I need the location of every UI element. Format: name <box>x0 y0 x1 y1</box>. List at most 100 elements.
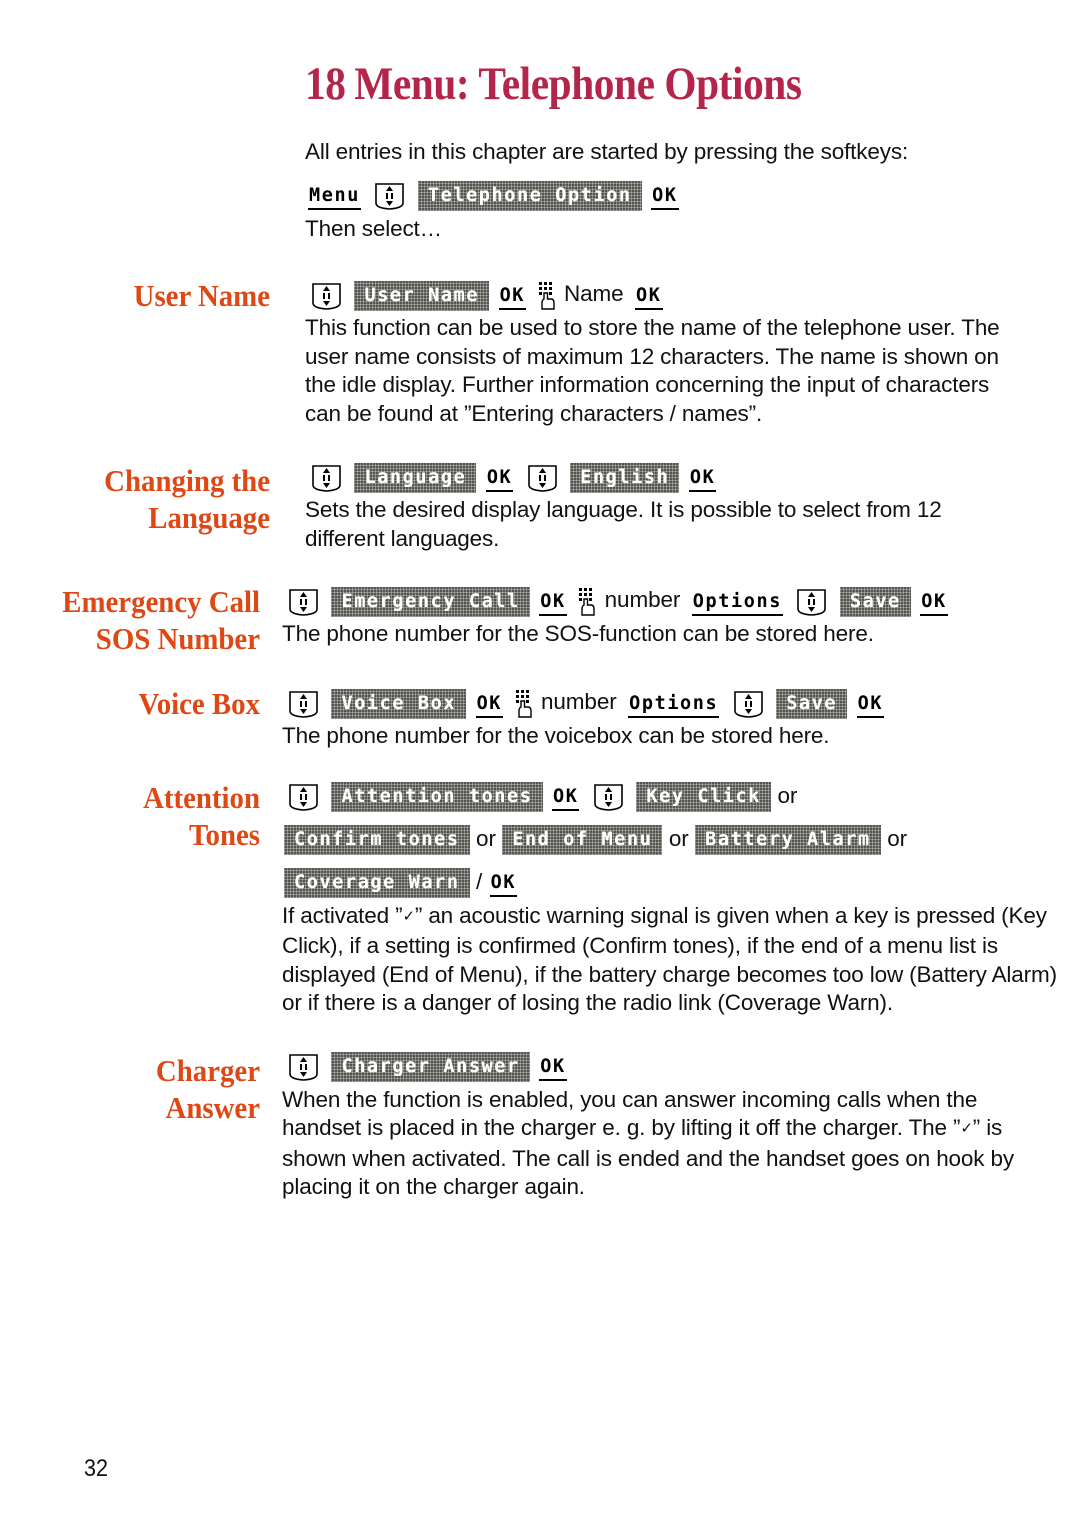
nav-updown-icon[interactable] <box>287 587 320 617</box>
section-heading-emergency-call: Emergency Call SOS Number <box>18 583 260 657</box>
ok-softkey[interactable]: OK <box>920 587 948 616</box>
heading-line: Attention <box>143 779 260 815</box>
chapter-number: 18 <box>305 58 346 110</box>
voice-box-key-sequence: Voice Box OK number Options Save OK <box>282 685 1060 722</box>
section-heading-changing-language: Changing the Language <box>19 462 270 536</box>
heading-line: Language <box>148 500 270 535</box>
ok-softkey[interactable]: OK <box>551 783 580 812</box>
nav-updown-icon[interactable] <box>795 587 828 617</box>
ok-softkey[interactable]: OK <box>498 281 527 310</box>
or-conjunction: or <box>476 825 496 851</box>
attention-tones-key-sequence-line3: Coverage Warn / OK <box>282 865 1060 902</box>
section-attention-tones: Attention Tones Attention tones OK Key C… <box>0 779 1080 1018</box>
key-click-chip[interactable]: Key Click <box>636 782 771 812</box>
heading-line: Answer <box>165 1089 260 1125</box>
slash-separator: / <box>476 868 483 894</box>
body-pre: If activated ” <box>282 902 403 928</box>
attention-tones-key-sequence-line1: Attention tones OK Key Click or <box>282 779 1060 816</box>
nav-updown-icon[interactable] <box>287 689 320 719</box>
nav-updown-icon[interactable] <box>526 463 559 493</box>
keypad-hand-icon <box>576 587 597 616</box>
section-heading-attention-tones: Attention Tones <box>18 779 260 853</box>
ok-softkey[interactable]: OK <box>539 587 567 616</box>
save-chip[interactable]: Save <box>776 689 847 719</box>
voice-box-chip[interactable]: Voice Box <box>331 689 466 719</box>
ok-softkey[interactable]: OK <box>651 182 679 211</box>
section-body-text: This function can be used to store the n… <box>305 315 1000 426</box>
section-emergency-call: Emergency Call SOS Number Emergency Call… <box>0 583 1080 657</box>
intro-key-sequence: Menu Telephone Option OK <box>305 181 1020 215</box>
section-user-name: User Name User Name OK Name OK This func… <box>0 277 1080 428</box>
section-body-charger-answer: Charger Answer OK When the function is e… <box>260 1052 1080 1202</box>
section-heading-charger-answer: Charger Answer <box>18 1052 260 1126</box>
ok-softkey[interactable]: OK <box>485 463 514 492</box>
then-select-text: Then select… <box>305 215 443 241</box>
language-chip[interactable]: Language <box>354 463 476 493</box>
section-body-text: If activated ”✓” an acoustic warning sig… <box>282 902 1060 1018</box>
nav-updown-icon[interactable] <box>287 782 320 812</box>
nav-updown-icon[interactable] <box>287 1052 320 1082</box>
options-softkey[interactable]: Options <box>691 587 783 616</box>
nav-updown-icon[interactable] <box>373 181 406 211</box>
section-body-text: When the function is enabled, you can an… <box>282 1086 1060 1202</box>
heading-line: Changing the <box>104 463 270 498</box>
ok-softkey[interactable]: OK <box>635 281 663 310</box>
attention-tones-key-sequence-line2: Confirm tones or End of Menu or Battery … <box>282 822 1060 859</box>
charger-answer-key-sequence: Charger Answer OK <box>282 1052 1060 1086</box>
nav-updown-icon[interactable] <box>310 463 343 493</box>
nav-updown-icon[interactable] <box>310 281 343 311</box>
nav-updown-icon[interactable] <box>732 689 765 719</box>
section-heading-voice-box: Voice Box <box>18 685 260 722</box>
section-heading-user-name: User Name <box>19 277 270 314</box>
or-conjunction: or <box>777 782 798 808</box>
intro-body: All entries in this chapter are started … <box>270 138 1080 243</box>
section-voice-box: Voice Box Voice Box OK number Options Sa… <box>0 685 1080 751</box>
heading-line: Emergency Call <box>62 584 260 619</box>
body-pre: When the function is enabled, you can an… <box>282 1086 978 1141</box>
battery-alarm-chip[interactable]: Battery Alarm <box>695 825 881 855</box>
user-name-key-sequence: User Name OK Name OK <box>305 277 1020 314</box>
ok-softkey[interactable]: OK <box>539 1053 567 1082</box>
checkmark-icon: ✓ <box>402 906 415 925</box>
keypad-hand-icon <box>536 281 557 310</box>
telephone-option-chip[interactable]: Telephone Option <box>418 181 642 211</box>
section-body-user-name: User Name OK Name OK This function can b… <box>270 277 1080 428</box>
charger-answer-chip[interactable]: Charger Answer <box>331 1052 529 1082</box>
section-charger-answer: Charger Answer Charger Answer OK When th… <box>0 1052 1080 1202</box>
end-of-menu-chip[interactable]: End of Menu <box>502 825 662 855</box>
section-body-text: Sets the desired display language. It is… <box>305 497 942 551</box>
menu-softkey[interactable]: Menu <box>308 182 361 211</box>
heading-line: Tones <box>188 816 260 852</box>
attention-tones-chip[interactable]: Attention tones <box>331 782 542 812</box>
emergency-call-key-sequence: Emergency Call OK number Options Save OK <box>282 583 1060 620</box>
section-body-attention-tones: Attention tones OK Key Click or Confirm … <box>260 779 1080 1018</box>
section-body-changing-language: Language OK English OK Sets the desired … <box>270 462 1080 553</box>
section-changing-language: Changing the Language Language OK Englis… <box>0 462 1080 553</box>
page-title: 18 Menu: Telephone Options <box>305 58 939 110</box>
section-body-text: The phone number for the SOS-function ca… <box>282 621 874 646</box>
save-chip[interactable]: Save <box>840 587 911 617</box>
english-chip[interactable]: English <box>570 463 679 493</box>
coverage-warn-chip[interactable]: Coverage Warn <box>284 868 470 898</box>
name-word: Name <box>563 281 624 306</box>
heading-line: Charger <box>155 1052 260 1088</box>
checkmark-icon: ✓ <box>960 1119 973 1137</box>
keypad-hand-icon <box>513 689 534 718</box>
section-body-emergency-call: Emergency Call OK number Options Save OK… <box>260 583 1080 649</box>
options-softkey[interactable]: Options <box>628 689 720 718</box>
heading-line: User Name <box>133 278 270 313</box>
confirm-tones-chip[interactable]: Confirm tones <box>284 825 470 855</box>
emergency-call-chip[interactable]: Emergency Call <box>331 587 529 617</box>
ok-softkey[interactable]: OK <box>856 689 885 718</box>
number-word: number <box>540 689 617 714</box>
ok-softkey[interactable]: OK <box>688 463 717 492</box>
or-conjunction: or <box>887 825 908 851</box>
or-conjunction: or <box>668 825 689 851</box>
heading-line: SOS Number <box>95 621 260 656</box>
ok-softkey[interactable]: OK <box>475 689 504 718</box>
ok-softkey[interactable]: OK <box>489 869 518 898</box>
manual-page: 18 Menu: Telephone Options All entries in… <box>0 0 1080 1529</box>
language-key-sequence: Language OK English OK <box>305 462 1020 496</box>
user-name-chip[interactable]: User Name <box>354 281 489 311</box>
nav-updown-icon[interactable] <box>592 782 625 812</box>
